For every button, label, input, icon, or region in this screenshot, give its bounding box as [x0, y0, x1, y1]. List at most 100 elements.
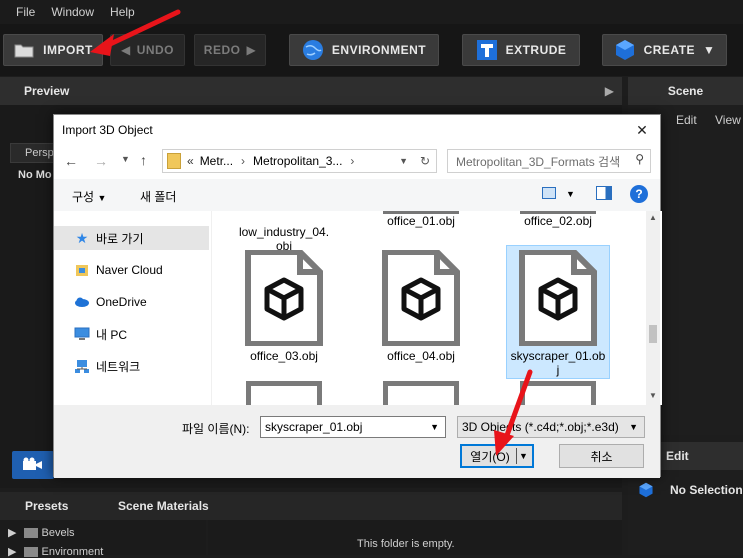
file-name: office_04.obj	[387, 349, 455, 363]
file-item-selected[interactable]: skyscraper_01.ob j	[506, 245, 610, 379]
cancel-button[interactable]: 취소	[559, 444, 644, 468]
edit-panel: No Selection	[628, 470, 743, 555]
extrude-button[interactable]: EXTRUDE	[462, 34, 580, 66]
environment-label: ENVIRONMENT	[331, 43, 427, 57]
dialog-title: Import 3D Object	[62, 123, 153, 137]
small-cube-icon	[638, 482, 654, 501]
preview-panel-header: Preview ▶	[0, 77, 622, 105]
breadcrumb-item-1[interactable]: Metr...	[200, 154, 233, 168]
sidebar-item-onedrive[interactable]: OneDrive	[74, 290, 147, 314]
close-button[interactable]: ✕	[630, 119, 654, 141]
file-item[interactable]: office_04.obj	[369, 248, 473, 368]
sidebar-item-label: 네트워크	[96, 359, 141, 374]
chevron-down-icon: ▼	[97, 193, 107, 203]
navigation-bar: ← → ▼ ↑ « Metr... › Metropolitan_3... › …	[54, 145, 660, 179]
presets-list: ▶ Bevels ▶ Environment	[0, 520, 206, 558]
sidebar-item-network[interactable]: 네트워크	[74, 354, 140, 378]
dialog-titlebar: Import 3D Object	[54, 115, 660, 145]
extrude-label: EXTRUDE	[505, 43, 567, 57]
menu-file[interactable]: File	[16, 5, 35, 19]
back-arrow-icon[interactable]: ←	[64, 153, 78, 169]
search-placeholder: Metropolitan_3D_Formats 검색	[456, 154, 621, 169]
filetype-value: 3D Objects (*.c4d;*.obj;*.e3d)	[462, 420, 619, 434]
sidebar-item-label: 내 PC	[96, 327, 128, 342]
import-label: IMPORT	[43, 43, 93, 57]
cube-icon	[614, 39, 636, 61]
address-dropdown-icon[interactable]: ▼	[399, 156, 408, 166]
file-icon-partial[interactable]	[383, 381, 459, 405]
list-item[interactable]: ▶ Bevels	[8, 526, 75, 539]
file-item[interactable]: office_02.obj	[506, 211, 610, 231]
scroll-up-icon[interactable]: ▲	[649, 213, 657, 222]
help-icon[interactable]: ?	[630, 185, 648, 203]
preview-title: Preview	[24, 84, 70, 98]
view-options-icon[interactable]	[542, 187, 556, 199]
onedrive-cloud-icon	[74, 294, 90, 310]
list-item[interactable]: ▶ Environment	[8, 545, 103, 558]
import-button[interactable]: IMPORT	[3, 34, 103, 66]
main-toolbar: IMPORT ◀ UNDO REDO ▶ ENVIRONMENT EXTRUDE…	[0, 24, 743, 76]
chevron-down-icon[interactable]: ▼	[430, 422, 439, 432]
dialog-footer: 파일 이름(N): skyscraper_01.obj ▼ 3D Objects…	[54, 405, 660, 478]
open-dropdown-icon[interactable]: ▼	[516, 448, 530, 464]
vertical-scrollbar[interactable]: ▲ ▼	[646, 211, 660, 405]
scroll-down-icon[interactable]: ▼	[649, 391, 657, 400]
3d-object-file-icon	[245, 249, 323, 347]
globe-icon	[302, 39, 324, 61]
address-bar[interactable]: « Metr... › Metropolitan_3... › ▼ ↻	[162, 149, 437, 173]
computer-icon	[74, 326, 90, 342]
tab-presets[interactable]: Presets	[25, 499, 68, 513]
chevron-down-icon[interactable]: ▼	[566, 189, 575, 199]
camera-button[interactable]	[12, 451, 54, 479]
organize-label: 구성	[72, 190, 95, 204]
environment-button[interactable]: ENVIRONMENT	[289, 34, 439, 66]
sidebar-item-label: Naver Cloud	[96, 263, 163, 277]
breadcrumb-separator-icon: ›	[350, 154, 355, 168]
open-button[interactable]: 열기(O) ▼	[460, 444, 534, 468]
file-icon-partial[interactable]	[246, 381, 322, 405]
forward-arrow-icon[interactable]: →	[94, 153, 108, 169]
sidebar-item-quick-access[interactable]: ★ 바로 가기	[54, 226, 209, 250]
recent-dropdown-icon[interactable]: ▼	[121, 154, 130, 164]
menu-bar: File Window Help	[0, 0, 743, 24]
scene-view-menu[interactable]: View	[715, 113, 741, 127]
scroll-thumb[interactable]	[649, 325, 657, 343]
filetype-select[interactable]: 3D Objects (*.c4d;*.obj;*.e3d) ▼	[457, 416, 645, 438]
sidebar-item-this-pc[interactable]: 내 PC	[74, 322, 127, 346]
refresh-icon[interactable]: ↻	[420, 154, 430, 168]
cloud-folder-icon	[74, 262, 90, 278]
no-model-label: No Mo	[18, 169, 52, 181]
file-icon-partial[interactable]	[520, 381, 596, 405]
up-arrow-icon[interactable]: ↑	[140, 152, 147, 168]
file-name: office_01.obj	[387, 214, 455, 228]
undo-button[interactable]: ◀ UNDO	[110, 34, 185, 66]
panel-expand-icon[interactable]: ▶	[605, 84, 614, 98]
scene-edit-menu[interactable]: Edit	[676, 113, 697, 127]
create-button[interactable]: CREATE ▼	[602, 34, 727, 66]
file-item[interactable]: office_01.obj	[369, 211, 473, 231]
new-folder-button[interactable]: 새 폴더	[140, 188, 176, 205]
redo-button[interactable]: REDO ▶	[194, 34, 266, 66]
file-item[interactable]: low_industry_04. obj	[232, 211, 336, 253]
menu-help[interactable]: Help	[110, 5, 135, 19]
search-icon: ⚲	[635, 152, 644, 166]
breadcrumb-item-2[interactable]: Metropolitan_3...	[253, 154, 342, 168]
folder-icon	[23, 528, 38, 539]
scene-title: Scene	[667, 84, 704, 98]
search-input[interactable]: Metropolitan_3D_Formats 검색 ⚲	[447, 149, 651, 173]
star-icon: ★	[75, 229, 89, 246]
tab-scene-materials[interactable]: Scene Materials	[118, 499, 209, 513]
menu-window[interactable]: Window	[51, 5, 94, 19]
navigation-pane: ★ 바로 가기 Naver Cloud OneDrive 내 PC 네트워크	[54, 211, 211, 405]
network-icon	[74, 358, 90, 374]
organize-button[interactable]: 구성 ▼	[72, 188, 106, 205]
preview-pane-icon[interactable]	[596, 186, 612, 200]
filename-input[interactable]: skyscraper_01.obj ▼	[260, 416, 446, 438]
bevels-label: Bevels	[41, 527, 75, 539]
redo-arrow-icon: ▶	[246, 43, 257, 57]
file-item[interactable]: office_03.obj	[232, 248, 336, 368]
filename-value: skyscraper_01.obj	[265, 420, 363, 434]
sidebar-item-naver-cloud[interactable]: Naver Cloud	[74, 258, 163, 282]
sidebar-item-label: OneDrive	[96, 295, 147, 309]
folder-icon	[13, 39, 35, 61]
